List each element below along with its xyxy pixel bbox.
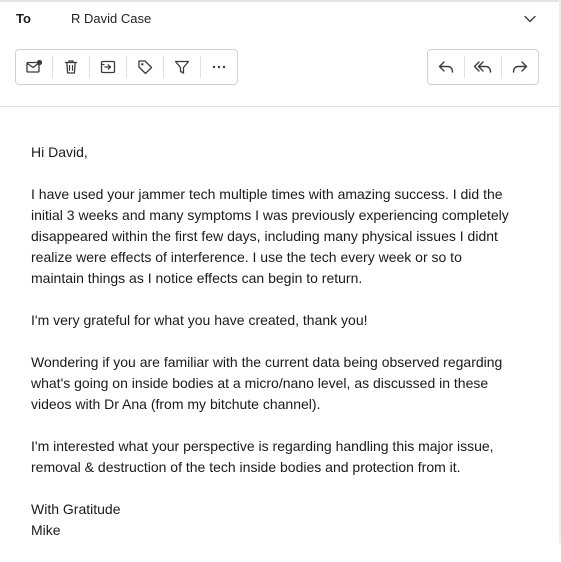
tag-icon <box>136 58 154 76</box>
reply-icon <box>437 58 455 76</box>
delete-button[interactable] <box>53 50 89 84</box>
trash-icon <box>62 58 80 76</box>
recipient-row: To R David Case <box>0 2 559 36</box>
header-divider <box>0 106 559 107</box>
message-body: Hi David, I have used your jammer tech m… <box>31 142 531 562</box>
chevron-down-icon[interactable] <box>523 12 537 26</box>
move-to-folder-icon <box>99 58 117 76</box>
paragraph-line: disappeared within the first few days, i… <box>31 228 498 244</box>
paragraph-4: I'm interested what your perspective is … <box>31 436 531 478</box>
forward-icon <box>511 58 529 76</box>
paragraph-1: I have used your jammer tech multiple ti… <box>31 184 531 289</box>
paragraph-line: realize were effects of interference. I … <box>31 249 462 265</box>
more-horizontal-icon <box>210 58 228 76</box>
signature-block: With Gratitude Mike <box>31 499 531 541</box>
move-button[interactable] <box>90 50 126 84</box>
to-label: To <box>16 11 31 26</box>
more-actions-button[interactable] <box>201 50 237 84</box>
mark-unread-button[interactable] <box>16 50 52 84</box>
envelope-dot-icon <box>25 58 43 76</box>
reply-button[interactable] <box>428 50 464 84</box>
filter-button[interactable] <box>164 50 200 84</box>
paragraph-line: initial 3 weeks and many symptoms I was … <box>31 207 509 223</box>
paragraph-line: maintain things as I notice effects can … <box>31 270 363 286</box>
signature: Mike <box>31 522 61 538</box>
paragraph-2: I'm very grateful for what you have crea… <box>31 312 368 328</box>
forward-button[interactable] <box>502 50 538 84</box>
reply-toolbar <box>427 49 539 85</box>
recipient-name[interactable]: R David Case <box>71 11 151 26</box>
tag-button[interactable] <box>127 50 163 84</box>
reply-all-icon <box>473 58 493 76</box>
paragraph-line: I'm interested what your perspective is … <box>31 438 494 454</box>
filter-icon <box>173 58 191 76</box>
paragraph-3: Wondering if you are familiar with the c… <box>31 352 531 415</box>
reply-all-button[interactable] <box>465 50 501 84</box>
paragraph-line: Wondering if you are familiar with the c… <box>31 354 503 370</box>
paragraph-line: removal & destruction of the tech inside… <box>31 459 461 475</box>
paragraph-line: I have used your jammer tech multiple ti… <box>31 186 503 202</box>
paragraph-line: what's going on inside bodies at a micro… <box>31 375 489 391</box>
message-actions-toolbar <box>15 49 238 85</box>
closing: With Gratitude <box>31 501 121 517</box>
paragraph-line: videos with Dr Ana (from my bitchute cha… <box>31 396 321 412</box>
greeting: Hi David, <box>31 144 88 160</box>
